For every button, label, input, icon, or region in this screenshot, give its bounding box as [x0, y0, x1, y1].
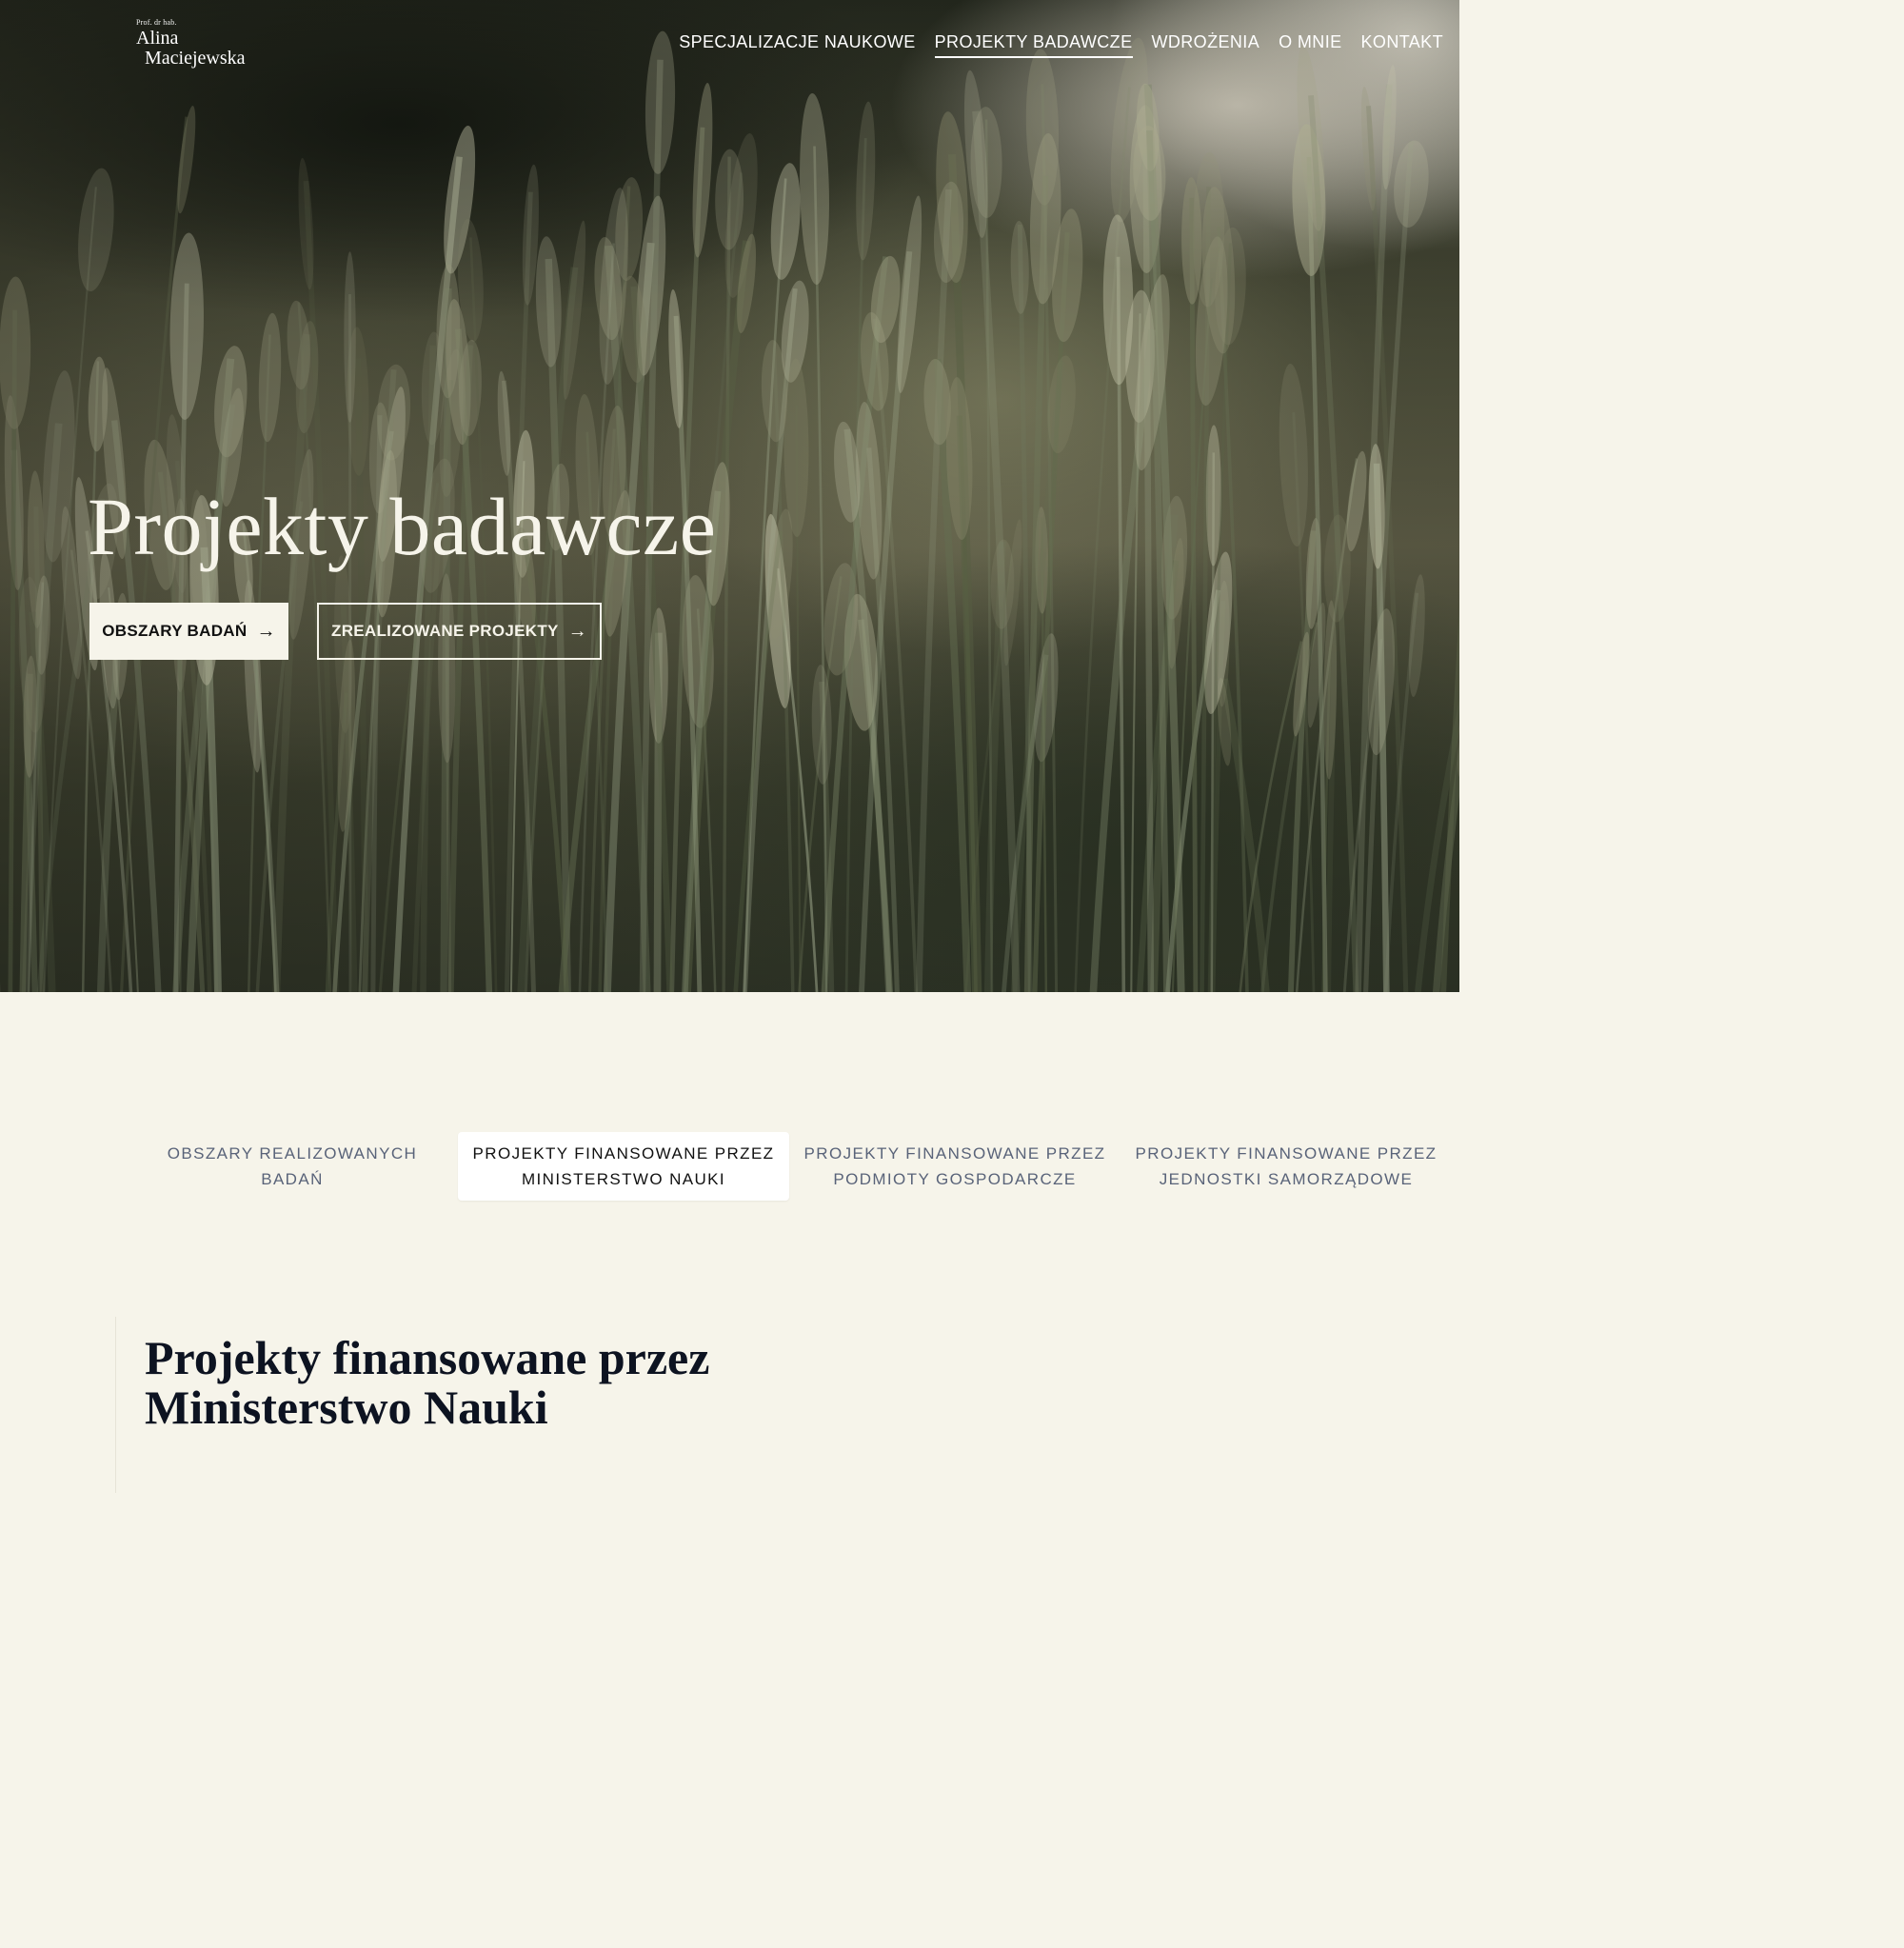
tab-obszary-realizowanych-badan[interactable]: OBSZARY REALIZOWANYCH BADAŃ: [127, 1132, 458, 1201]
nav-item-projekty-badawcze[interactable]: PROJEKTY BADAWCZE: [934, 32, 1133, 58]
tab-podmioty-gospodarcze[interactable]: PROJEKTY FINANSOWANE PRZEZ PODMIOTY GOSPO…: [789, 1132, 1121, 1201]
tab-label-line2: MINISTERSTWO NAUKI: [521, 1170, 726, 1188]
zrealizowane-projekty-label: ZREALIZOWANE PROJEKTY: [331, 622, 559, 640]
tab-ministerstwo-nauki[interactable]: PROJEKTY FINANSOWANE PRZEZ MINISTERSTWO N…: [458, 1132, 789, 1201]
site-logo[interactable]: Prof. dr hab. Alina Maciejewska: [136, 18, 246, 69]
nav-item-o-mnie[interactable]: O MNIE: [1279, 32, 1341, 58]
section-title: Projekty finansowane przez Ministerstwo …: [145, 1333, 1002, 1432]
tab-label-line1: OBSZARY REALIZOWANYCH: [167, 1144, 418, 1163]
tab-label-line2: BADAŃ: [261, 1170, 324, 1188]
logo-last-name: Maciejewska: [145, 48, 246, 69]
section-divider: [115, 1317, 116, 1493]
main-navigation: SPECJALIZACJE NAUKOWE PROJEKTY BADAWCZE …: [679, 32, 1443, 58]
obszary-badan-label: OBSZARY BADAŃ: [102, 622, 248, 640]
obszary-badan-button[interactable]: OBSZARY BADAŃ →: [89, 603, 288, 660]
arrow-right-icon: →: [567, 620, 587, 642]
zrealizowane-projekty-button[interactable]: ZREALIZOWANE PROJEKTY →: [317, 603, 602, 660]
logo-first-name: Alina: [136, 28, 179, 49]
project-category-tabs: OBSZARY REALIZOWANYCH BADAŃ PROJEKTY FINA…: [127, 1132, 1453, 1201]
nav-item-kontakt[interactable]: KONTAKT: [1361, 32, 1443, 58]
hero-section: Prof. dr hab. Alina Maciejewska SPECJALI…: [0, 0, 1459, 992]
arrow-right-icon: →: [256, 620, 276, 642]
tab-label-line2: PODMIOTY GOSPODARCZE: [833, 1170, 1077, 1188]
section-title-line1: Projekty finansowane przez: [145, 1331, 710, 1384]
tab-label-line1: PROJEKTY FINANSOWANE PRZEZ: [1135, 1144, 1438, 1163]
nav-item-specjalizacje-naukowe[interactable]: SPECJALIZACJE NAUKOWE: [679, 32, 915, 58]
section-title-line2: Ministerstwo Nauki: [145, 1381, 548, 1434]
tab-label-line1: PROJEKTY FINANSOWANE PRZEZ: [803, 1144, 1106, 1163]
logo-title: Prof. dr hab.: [136, 18, 177, 27]
nav-item-wdrozenia[interactable]: WDROŻENIA: [1152, 32, 1260, 58]
tab-jednostki-samorzadowe[interactable]: PROJEKTY FINANSOWANE PRZEZ JEDNOSTKI SAMO…: [1121, 1132, 1452, 1201]
page-title: Projekty badawcze: [88, 481, 717, 572]
tab-label-line2: JEDNOSTKI SAMORZĄDOWE: [1159, 1170, 1414, 1188]
tab-label-line1: PROJEKTY FINANSOWANE PRZEZ: [472, 1144, 775, 1163]
